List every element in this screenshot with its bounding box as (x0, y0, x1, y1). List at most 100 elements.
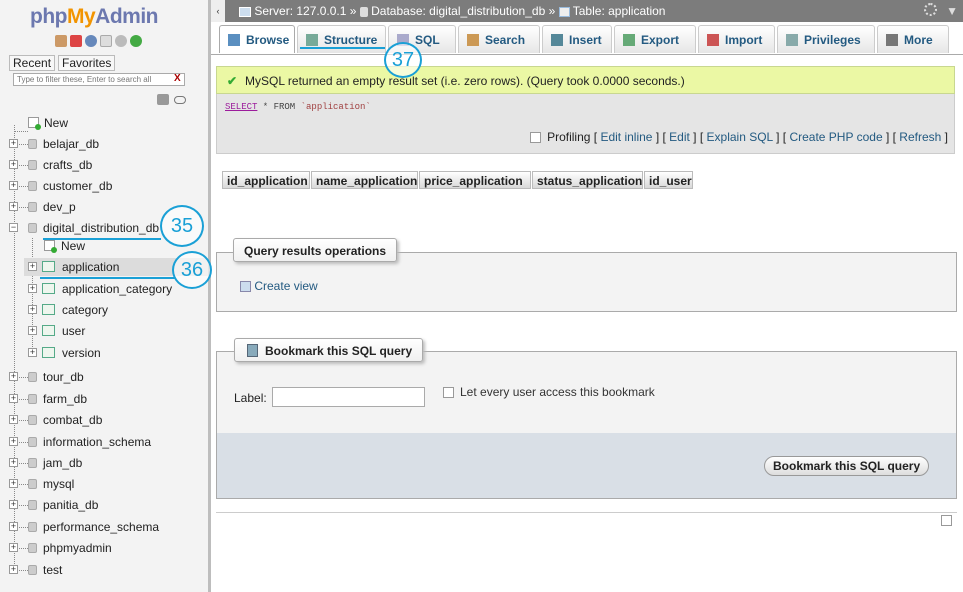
collapse-nav-button[interactable]: ‹ (211, 0, 225, 22)
share-bookmark-checkbox[interactable] (443, 387, 454, 399)
filter-clear-button[interactable]: X (174, 73, 181, 84)
tab-more-icon (886, 34, 898, 46)
sql-query-box: SELECT * FROM `application` Profiling [ … (216, 94, 955, 154)
tab-import-icon (707, 34, 719, 46)
table-icon (42, 261, 55, 272)
expand-icon[interactable]: + (28, 284, 37, 293)
tab-privileges-icon (786, 34, 798, 46)
breadcrumb-database[interactable]: Database: digital_distribution_db (371, 4, 545, 18)
database-icon (28, 543, 37, 553)
database-icon (28, 160, 37, 170)
table-icon (42, 347, 55, 358)
expand-icon[interactable]: + (28, 262, 37, 271)
collapse-icon[interactable]: − (9, 223, 18, 232)
filter-input[interactable]: Type to filter these, Enter to search al… (13, 73, 185, 86)
expand-icon[interactable]: + (9, 522, 18, 531)
sql-query-text[interactable]: SELECT * FROM `application` (225, 102, 371, 112)
expand-icon[interactable]: + (9, 543, 18, 552)
expand-icon[interactable]: + (9, 372, 18, 381)
column-header-id-user[interactable]: id_user (644, 171, 693, 189)
server-icon (239, 6, 251, 17)
help-icon[interactable] (85, 35, 97, 47)
expand-icon[interactable]: + (9, 139, 18, 148)
database-icon (28, 437, 37, 447)
expand-icon[interactable]: + (9, 479, 18, 488)
bookmark-share-option[interactable]: Let every user access this bookmark (443, 385, 655, 399)
table-icon (42, 283, 55, 294)
breadcrumb-server[interactable]: Server: 127.0.0.1 (254, 4, 346, 18)
bookmark-submit-button[interactable]: Bookmark this SQL query (764, 456, 930, 476)
tab-browse-icon (228, 34, 240, 46)
tab-insert[interactable]: Insert (542, 25, 612, 53)
tab-import[interactable]: Import (698, 25, 775, 53)
database-icon (28, 500, 37, 510)
database-icon (28, 479, 37, 489)
home-icon[interactable] (55, 35, 67, 47)
explain-sql-link[interactable]: Explain SQL (707, 130, 773, 144)
database-icon (28, 522, 37, 532)
recent-tab[interactable]: Recent (9, 55, 56, 71)
column-header-price-application[interactable]: price_application (419, 171, 531, 189)
create-view-icon (240, 281, 251, 293)
collapse-all-icon[interactable] (157, 94, 169, 105)
expand-icon[interactable]: + (28, 348, 37, 357)
expand-icon[interactable]: + (9, 160, 18, 169)
reload-icon[interactable] (130, 35, 142, 47)
column-header-name-application[interactable]: name_application (311, 171, 418, 189)
tab-export-icon (623, 34, 635, 46)
tab-search[interactable]: Search (458, 25, 540, 53)
favorites-tab[interactable]: Favorites (58, 55, 116, 71)
annotation-36: 36 (172, 251, 212, 289)
database-icon (359, 6, 368, 17)
tab-export[interactable]: Export (614, 25, 696, 53)
logout-icon[interactable] (70, 35, 82, 47)
expand-icon[interactable]: + (9, 437, 18, 446)
table-tabs: Browse Structure SQL Search Insert Expor… (211, 22, 963, 55)
edit-link[interactable]: Edit (669, 130, 690, 144)
expand-icon[interactable]: + (9, 415, 18, 424)
breadcrumb: Server: 127.0.0.1 » Database: digital_di… (239, 0, 665, 22)
phpmyadmin-logo[interactable]: phpMyAdmin (30, 5, 158, 29)
tab-insert-icon (551, 34, 563, 46)
settings-icon[interactable] (115, 35, 127, 47)
check-icon: ✔ (227, 74, 238, 88)
menu-arrow-icon[interactable]: ▼ (946, 0, 958, 22)
database-icon (28, 394, 37, 404)
query-results-operations-legend: Query results operations (233, 238, 398, 262)
column-header-id-application[interactable]: id_application (222, 171, 310, 189)
expand-icon[interactable]: + (28, 305, 37, 314)
annotation-underline-36 (40, 277, 175, 279)
edit-inline-link[interactable]: Edit inline (600, 130, 652, 144)
nav-icon-bar (55, 35, 142, 47)
database-icon (28, 565, 37, 575)
annotation-underline-37 (300, 47, 385, 49)
expand-icon[interactable]: + (9, 458, 18, 467)
table-icon (558, 6, 570, 17)
table-icon (42, 325, 55, 336)
gear-icon[interactable] (924, 3, 937, 16)
expand-icon[interactable]: + (9, 500, 18, 509)
profiling-checkbox[interactable] (530, 132, 542, 144)
expand-icon[interactable]: + (9, 565, 18, 574)
refresh-link[interactable]: Refresh (899, 130, 941, 144)
create-php-link[interactable]: Create PHP code (789, 130, 882, 144)
column-header-status-application[interactable]: status_application (532, 171, 643, 189)
expand-icon[interactable]: + (9, 394, 18, 403)
breadcrumb-table[interactable]: Table: application (573, 4, 666, 18)
bookmark-label-input[interactable] (272, 387, 425, 407)
expand-icon[interactable]: + (9, 181, 18, 190)
tab-more[interactable]: More (877, 25, 949, 53)
docs-icon[interactable] (100, 35, 112, 47)
breadcrumb-bar: ‹ Server: 127.0.0.1 » Database: digital_… (211, 0, 963, 22)
create-view-link[interactable]: Create view (240, 279, 318, 293)
database-icon (28, 139, 37, 149)
expand-icon[interactable]: + (9, 202, 18, 211)
console-icon[interactable] (941, 515, 952, 526)
new-icon (44, 240, 57, 253)
tab-privileges[interactable]: Privileges (777, 25, 875, 53)
success-message: ✔ MySQL returned an empty result set (i.… (216, 66, 955, 94)
tab-search-icon (467, 34, 479, 46)
link-with-main-icon[interactable] (174, 96, 186, 104)
tab-browse[interactable]: Browse (219, 25, 295, 53)
expand-icon[interactable]: + (28, 326, 37, 335)
